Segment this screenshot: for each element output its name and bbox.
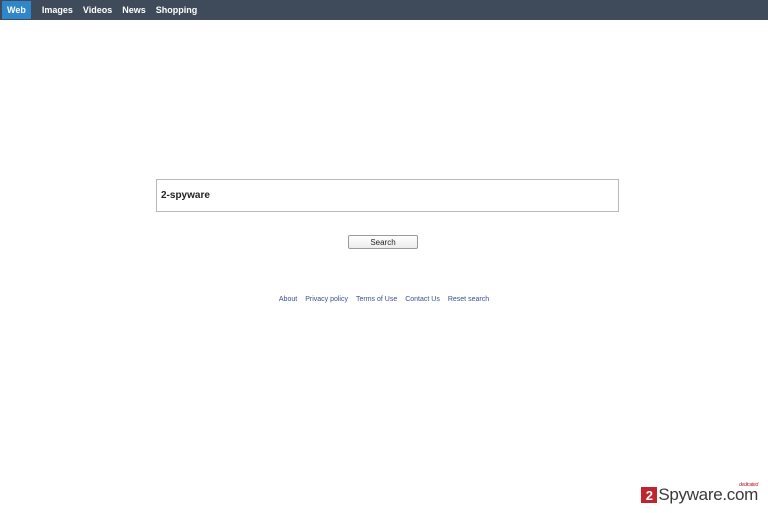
tab-news[interactable]: News <box>117 0 151 20</box>
footer-link-about[interactable]: About <box>279 296 297 303</box>
tab-shopping[interactable]: Shopping <box>151 0 203 20</box>
top-nav-bar: Web Images Videos News Shopping <box>0 0 768 20</box>
footer-links: About Privacy policy Terms of Use Contac… <box>0 296 768 303</box>
watermark-text: Spyware.com dedicated <box>658 482 758 503</box>
search-button[interactable]: Search <box>348 235 418 249</box>
search-box <box>156 179 619 212</box>
footer-link-privacy[interactable]: Privacy policy <box>305 296 348 303</box>
tab-web[interactable]: Web <box>2 1 31 19</box>
footer-link-terms[interactable]: Terms of Use <box>356 296 397 303</box>
footer-link-reset[interactable]: Reset search <box>448 296 489 303</box>
watermark-sub: dedicated <box>739 482 758 488</box>
footer-link-contact[interactable]: Contact Us <box>405 296 440 303</box>
tab-videos[interactable]: Videos <box>78 0 117 20</box>
tab-images[interactable]: Images <box>37 0 78 20</box>
watermark-mark-icon: 2 <box>641 487 658 503</box>
watermark-logo: 2 Spyware.com dedicated <box>641 482 758 503</box>
search-input[interactable] <box>161 180 618 211</box>
